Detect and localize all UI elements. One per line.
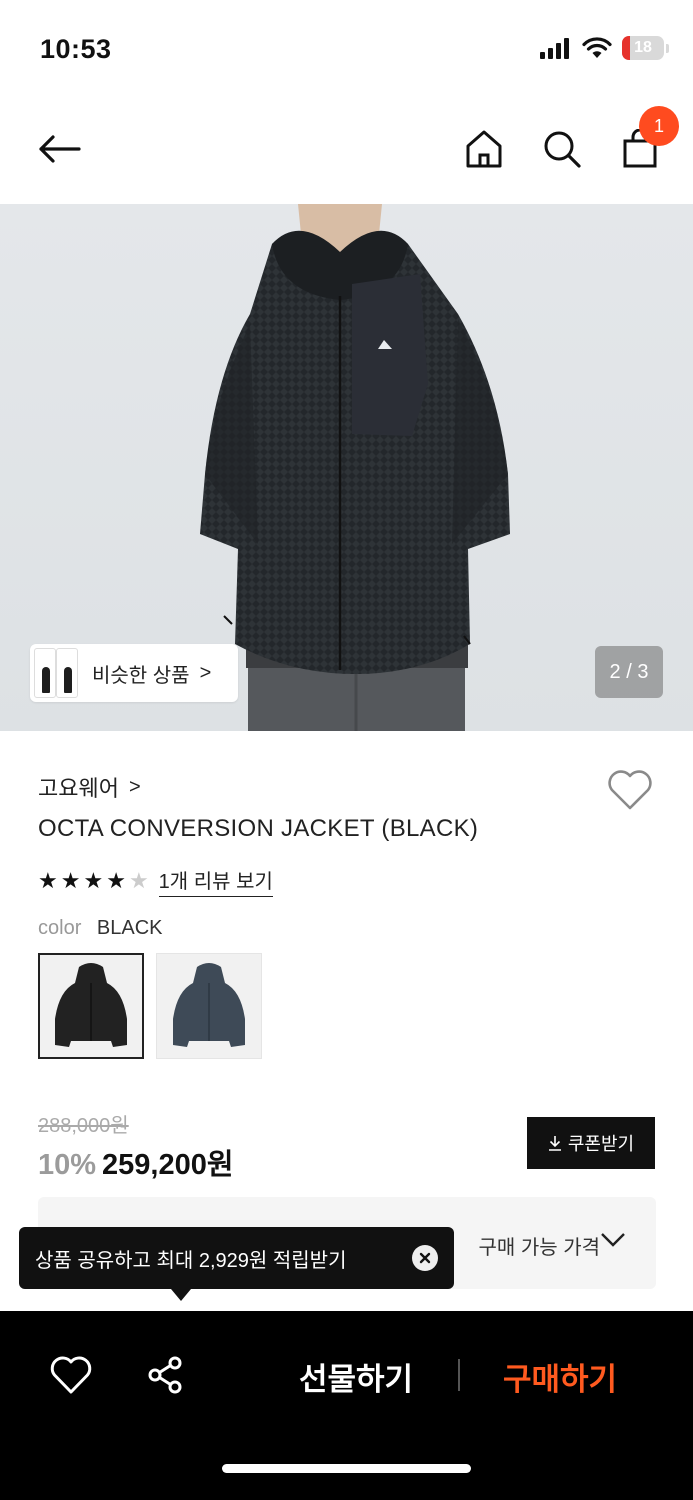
jacket-thumbnail xyxy=(173,963,245,1047)
battery-level: 18 xyxy=(634,39,652,56)
share-icon xyxy=(148,1356,182,1394)
bottom-action-bar: 선물하기 구매하기 xyxy=(0,1311,693,1500)
similar-thumb xyxy=(56,648,78,698)
back-arrow-icon xyxy=(39,135,81,163)
divider xyxy=(458,1359,460,1391)
price-row: 10% 259,200원 xyxy=(38,1141,234,1183)
battery-indicator: 18 xyxy=(622,36,664,60)
color-swatches xyxy=(38,953,262,1059)
wishlist-button[interactable] xyxy=(607,769,653,811)
nav-bar: 1 xyxy=(0,100,693,204)
image-page-indicator: 2 / 3 xyxy=(595,646,663,698)
similar-products-button[interactable]: 비슷한 상품 > xyxy=(30,644,238,702)
back-button[interactable] xyxy=(34,126,84,172)
star-filled-icon: ★ xyxy=(83,868,104,893)
product-image-carousel[interactable]: 비슷한 상품 > 2 / 3 xyxy=(0,204,693,731)
similar-thumb xyxy=(34,648,56,698)
coupon-button[interactable]: 쿠폰받기 xyxy=(527,1117,655,1169)
battery-fill xyxy=(622,36,630,60)
toast-tail xyxy=(171,1289,191,1301)
coupon-label: 쿠폰받기 xyxy=(567,1134,635,1154)
buy-button[interactable]: 구매하기 xyxy=(492,1351,628,1401)
color-row: color BLACK xyxy=(38,917,163,940)
share-button[interactable] xyxy=(144,1355,186,1395)
chevron-right-icon: > xyxy=(199,661,212,684)
toast-close-button[interactable] xyxy=(412,1245,438,1271)
discount-rate: 10% xyxy=(38,1149,97,1181)
star-empty-icon: ★ xyxy=(128,868,149,893)
search-icon xyxy=(544,131,581,168)
star-filled-icon: ★ xyxy=(60,868,81,893)
jacket-thumbnail xyxy=(55,963,127,1047)
status-bar: 10:53 18 xyxy=(0,0,693,100)
chevron-down-icon xyxy=(601,1233,625,1247)
wifi-icon xyxy=(582,37,612,58)
chevron-right-icon: > xyxy=(128,775,141,798)
status-time: 10:53 xyxy=(40,34,112,64)
color-label: color xyxy=(38,917,82,939)
swatch-navy[interactable] xyxy=(156,953,262,1059)
heart-icon xyxy=(50,1356,92,1394)
nav-actions: 1 xyxy=(459,106,679,172)
cart-button[interactable]: 1 xyxy=(615,106,679,172)
cart-count-badge: 1 xyxy=(639,106,679,146)
star-rating: ★ ★ ★ ★ ★ xyxy=(38,870,149,892)
status-icons: 18 xyxy=(540,36,669,60)
sale-price: 259,200원 xyxy=(102,1149,234,1181)
close-icon xyxy=(419,1252,431,1264)
original-price: 288,000원 xyxy=(38,1115,129,1137)
home-indicator xyxy=(222,1464,471,1473)
star-filled-icon: ★ xyxy=(106,868,126,893)
brand-name: 고요웨어 xyxy=(38,776,119,801)
similar-products-label: 비슷한 상품 xyxy=(92,664,190,687)
download-icon xyxy=(548,1136,561,1151)
battery-tip xyxy=(666,43,669,53)
review-link[interactable]: 1개 리뷰 보기 xyxy=(158,865,273,897)
similar-products-thumbnails xyxy=(30,644,88,702)
swatch-black[interactable] xyxy=(38,953,144,1059)
heart-icon xyxy=(608,770,652,810)
bottom-wishlist-button[interactable] xyxy=(50,1355,92,1395)
gift-button[interactable]: 선물하기 xyxy=(288,1351,424,1401)
color-value: BLACK xyxy=(96,917,163,939)
brand-link[interactable]: 고요웨어 > xyxy=(38,771,141,803)
star-filled-icon: ★ xyxy=(38,868,58,893)
available-price-label: 구매 가능 가격 xyxy=(478,1237,600,1259)
search-button[interactable] xyxy=(537,126,587,172)
toast-text: 상품 공유하고 최대 2,929원 적립받기 xyxy=(35,1249,347,1272)
home-icon xyxy=(466,130,502,168)
home-button[interactable] xyxy=(459,126,509,172)
signal-icon xyxy=(540,38,569,59)
share-reward-toast: 상품 공유하고 최대 2,929원 적립받기 xyxy=(19,1227,454,1301)
rating-row: ★ ★ ★ ★ ★ 1개 리뷰 보기 xyxy=(38,865,273,897)
product-name: OCTA CONVERSION JACKET (BLACK) xyxy=(38,815,479,842)
